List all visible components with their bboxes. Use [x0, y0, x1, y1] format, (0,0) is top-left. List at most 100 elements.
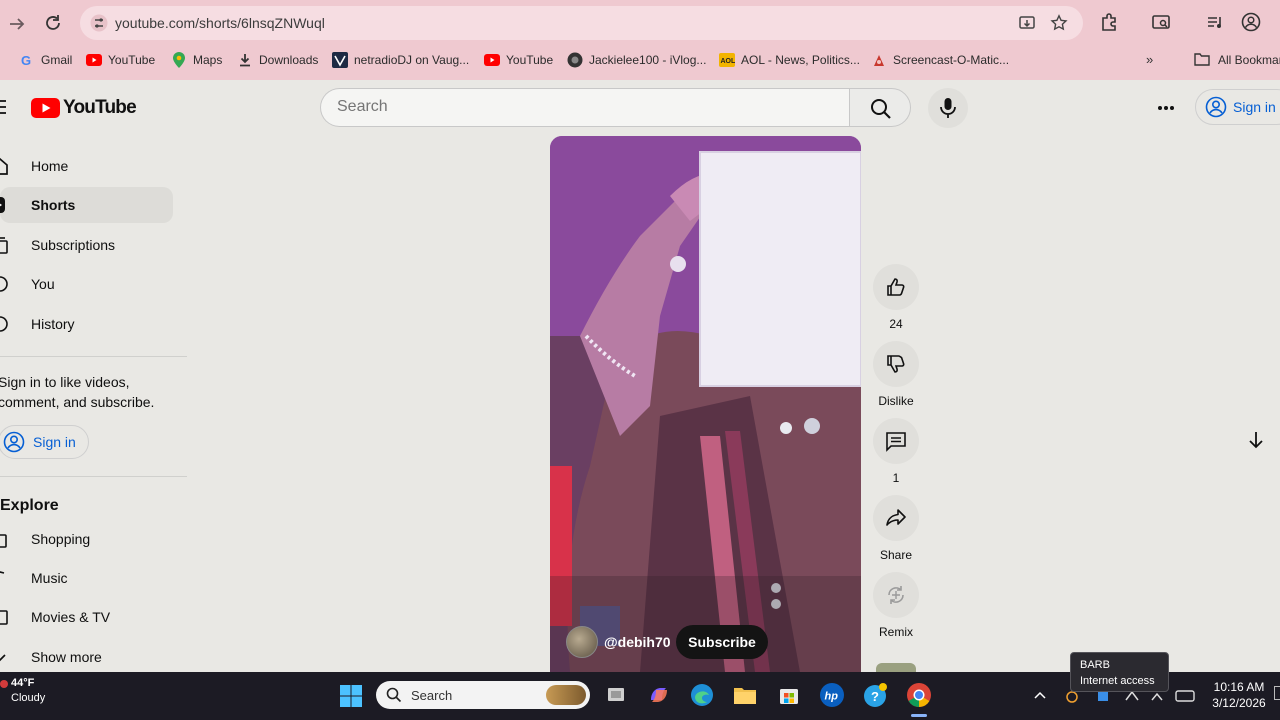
sidebar-item-home[interactable]: Home	[0, 148, 173, 184]
search-box[interactable]	[320, 88, 850, 127]
sidebar-sign-in-button[interactable]: Sign in	[0, 425, 89, 459]
all-bookmarks[interactable]: All Bookmarks	[1194, 48, 1280, 72]
show-hidden-icons-chevron-icon[interactable]	[1032, 688, 1048, 704]
sidebar-item-label: Show more	[31, 649, 102, 665]
sidebar-item-movies-tv[interactable]: Movies & TV	[0, 599, 173, 635]
copilot-icon[interactable]	[646, 682, 672, 708]
header-sign-in-button[interactable]: Sign in	[1195, 89, 1280, 125]
folder-icon	[1194, 52, 1210, 68]
system-clock[interactable]: 10:16 AM 3/12/2026	[1206, 679, 1272, 711]
youtube-icon	[86, 52, 102, 68]
search-icon	[386, 687, 402, 703]
aol-icon: AOL	[719, 52, 735, 68]
chrome-icon[interactable]	[906, 682, 932, 708]
bookmark-maps[interactable]: Maps	[171, 48, 222, 72]
bookmark-youtube-2[interactable]: YouTube	[484, 48, 553, 72]
reload-icon[interactable]	[42, 12, 64, 34]
bookmark-gmail[interactable]: G Gmail	[19, 48, 72, 72]
bookmark-star-icon[interactable]	[1050, 14, 1068, 32]
channel-avatar[interactable]	[566, 626, 598, 658]
share-button[interactable]	[873, 495, 919, 541]
search-input[interactable]	[337, 98, 817, 116]
sign-in-prompt-text: Sign in to like videos, comment, and sub…	[0, 374, 155, 410]
profile-icon[interactable]	[1241, 12, 1261, 32]
weather-widget[interactable]: 44°F Cloudy	[0, 676, 45, 706]
more-options-icon[interactable]	[1156, 98, 1176, 118]
all-bookmarks-label: All Bookmarks	[1218, 53, 1280, 67]
bookmark-netradiodj[interactable]: netradioDJ on Vaug...	[332, 48, 469, 72]
sidebar-item-label: Home	[31, 158, 69, 174]
sidebar-item-music[interactable]: Music	[0, 560, 173, 596]
sidebar-item-history[interactable]: History	[0, 306, 173, 342]
notification-icon[interactable]	[1274, 686, 1280, 700]
sidebar-item-show-more[interactable]: Show more	[0, 639, 173, 675]
site-info-icon[interactable]	[90, 14, 108, 32]
sidebar-item-subscriptions[interactable]: Subscriptions	[0, 227, 173, 263]
bookmark-aol[interactable]: AOL AOL - News, Politics...	[719, 48, 860, 72]
sidebar-divider	[0, 476, 187, 477]
media-controls-icon[interactable]	[1205, 12, 1225, 32]
comment-count: 1	[892, 471, 900, 485]
bookmarks-overflow-icon[interactable]: »	[1146, 52, 1153, 67]
sign-in-label: Sign in	[1233, 99, 1276, 115]
sidebar-item-shopping[interactable]: Shopping	[0, 521, 173, 557]
taskbar-search-label: Search	[411, 687, 453, 703]
subscribe-button[interactable]: Subscribe	[676, 625, 768, 659]
weather-text: 44°F Cloudy	[11, 676, 45, 706]
edge-icon[interactable]	[689, 682, 715, 708]
bookmark-label: Maps	[193, 53, 223, 67]
bookmarks-bar: G Gmail YouTube Maps Downloads netradioD…	[0, 48, 1280, 72]
remix-button[interactable]	[873, 572, 919, 618]
bookmark-label: Downloads	[259, 53, 319, 67]
sidebar-item-label: Movies & TV	[31, 609, 111, 625]
sidebar-item-shorts[interactable]: Shorts	[0, 187, 173, 223]
sidebar-item-label: Music	[31, 570, 68, 586]
get-help-icon[interactable]: ?	[862, 682, 888, 708]
bookmark-downloads[interactable]: Downloads	[237, 48, 318, 72]
hamburger-menu-icon[interactable]	[0, 98, 8, 116]
short-video-player[interactable]	[550, 136, 861, 672]
home-icon	[0, 156, 10, 176]
next-short-button[interactable]	[1234, 418, 1278, 462]
file-explorer-icon[interactable]	[732, 682, 758, 708]
install-app-icon[interactable]	[1018, 14, 1036, 32]
account-circle-icon	[3, 431, 25, 453]
bookmark-label: netradioDJ on Vaug...	[354, 53, 470, 67]
clock-date: 3/12/2026	[1212, 696, 1266, 710]
dislike-label: Dislike	[878, 394, 914, 408]
account-circle-icon	[1205, 96, 1227, 118]
bookmark-label: Gmail	[41, 53, 73, 67]
channel-handle[interactable]: @debih70	[604, 634, 671, 650]
share-label: Share	[879, 548, 913, 562]
youtube-icon	[484, 52, 500, 68]
chevron-down-icon	[0, 647, 10, 667]
svg-text:?: ?	[871, 689, 879, 704]
remix-icon	[885, 584, 907, 606]
extensions-icon[interactable]	[1099, 12, 1119, 32]
arrow-down-icon	[1245, 429, 1267, 451]
search-button[interactable]	[849, 88, 911, 127]
bookmark-youtube[interactable]: YouTube	[86, 48, 155, 72]
tab-search-icon[interactable]	[1151, 12, 1171, 32]
task-view-icon[interactable]	[603, 682, 629, 708]
youtube-logo[interactable]: YouTube	[31, 97, 137, 119]
channel-info[interactable]: @debih70	[566, 626, 671, 658]
windows-start-icon[interactable]	[339, 684, 363, 708]
bookmark-screencast[interactable]: Screencast-O-Matic...	[871, 48, 1009, 72]
voice-search-button[interactable]	[928, 88, 968, 128]
forward-arrow-icon[interactable]	[6, 13, 28, 35]
sidebar-item-label: Shorts	[31, 197, 76, 213]
dislike-button[interactable]	[873, 341, 919, 387]
taskbar-search[interactable]: Search	[376, 681, 590, 709]
history-icon	[0, 314, 10, 334]
browser-chrome: youtube.com/shorts/6lnsqZNWuql G Gmail Y…	[0, 0, 1280, 80]
like-button[interactable]	[873, 264, 919, 310]
microsoft-store-icon[interactable]	[776, 682, 802, 708]
hp-icon[interactable]: hp	[819, 682, 845, 708]
sidebar-item-you[interactable]: You	[0, 266, 173, 302]
active-app-indicator	[911, 714, 927, 717]
comments-button[interactable]	[873, 418, 919, 464]
bookmark-jackielee100[interactable]: Jackielee100 - iVlog...	[567, 48, 706, 72]
address-bar[interactable]: youtube.com/shorts/6lnsqZNWuql	[80, 6, 1083, 40]
youtube-logo-icon	[31, 98, 60, 118]
